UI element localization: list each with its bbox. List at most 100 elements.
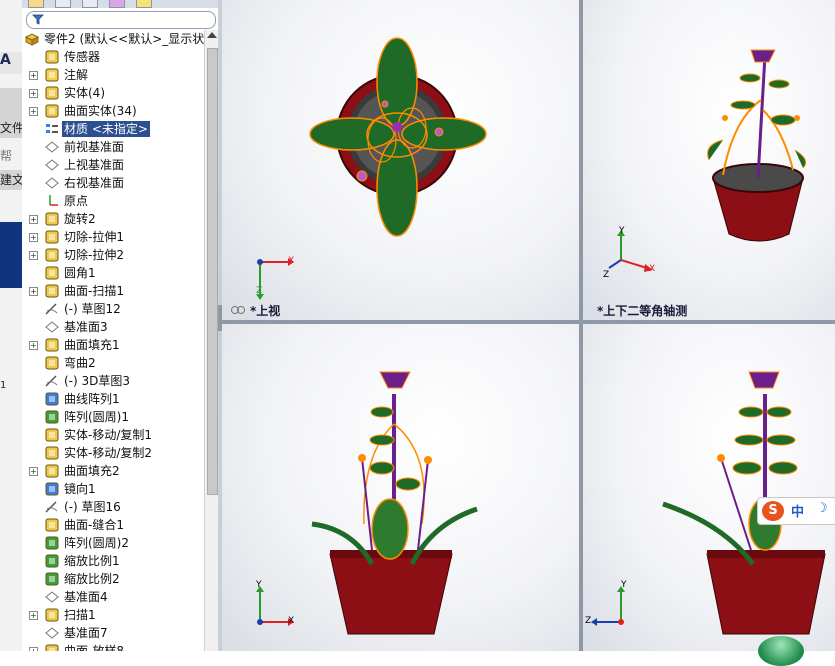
tree-item[interactable]: 传感器	[22, 48, 204, 66]
viewport-front[interactable]: Y X	[222, 324, 579, 651]
expand-plus-icon[interactable]: +	[29, 287, 38, 296]
strip-letter-a[interactable]: A	[0, 52, 22, 74]
strip-file-label[interactable]: 文件	[0, 118, 22, 138]
tree-item[interactable]: + 切除-拉伸1	[22, 228, 204, 246]
tree-item[interactable]: + 实体(4)	[22, 84, 204, 102]
sogou-logo-icon[interactable]: S	[762, 501, 784, 521]
expand-plus-icon[interactable]: +	[29, 215, 38, 224]
viewport-top[interactable]: X Z *上视	[222, 0, 579, 320]
axis-triad-iso	[608, 230, 653, 272]
tree-item[interactable]: + 曲面填充2	[22, 462, 204, 480]
plane-icon	[45, 591, 59, 603]
tree-item[interactable]: + 旋转2	[22, 210, 204, 228]
axis-y-label-right: Y	[621, 580, 627, 590]
expand-plus-icon[interactable]: +	[29, 107, 38, 116]
tree-item[interactable]: 实体-移动/复制1	[22, 426, 204, 444]
tab-feature-manager[interactable]	[28, 0, 44, 8]
tree-item[interactable]: (-) 草图12	[22, 300, 204, 318]
tree-item[interactable]: + 曲面填充1	[22, 336, 204, 354]
tab-dimxpert[interactable]	[109, 0, 125, 8]
viewport-right[interactable]: Y Z	[583, 324, 835, 651]
tab-configuration-manager[interactable]	[82, 0, 98, 8]
tree-item[interactable]: 阵列(圆周)1	[22, 408, 204, 426]
expand-plus-icon[interactable]: +	[29, 467, 38, 476]
tree-item[interactable]: 镜向1	[22, 480, 204, 498]
expand-plus-icon[interactable]: +	[29, 647, 38, 651]
tab-property-manager[interactable]	[55, 0, 71, 8]
scroll-up-arrow-icon[interactable]	[207, 32, 217, 38]
curve-pattern-icon	[45, 392, 59, 406]
tree-item-label: 实体(4)	[64, 86, 105, 100]
tree-item-label: 切除-拉伸1	[64, 230, 124, 244]
3d-sketch-icon	[45, 375, 58, 387]
tree-item[interactable]: + 扫描1	[22, 606, 204, 624]
tree-item-label: 缩放比例2	[64, 572, 120, 586]
expand-plus-icon[interactable]: +	[29, 611, 38, 620]
part-icon	[24, 33, 40, 46]
ime-mode-label[interactable]: 中	[791, 501, 804, 520]
tree-item[interactable]: 原点	[22, 192, 204, 210]
scroll-thumb[interactable]	[207, 48, 218, 495]
plane-icon	[45, 141, 59, 153]
expand-plus-icon[interactable]: +	[29, 251, 38, 260]
plane-icon	[45, 177, 59, 189]
tree-item[interactable]: 基准面4	[22, 588, 204, 606]
flex-icon	[45, 356, 59, 370]
tree-item[interactable]: 圆角1	[22, 264, 204, 282]
strip-help-label[interactable]: 帮	[0, 146, 22, 166]
tree-item-label: (-) 草图12	[64, 302, 121, 316]
tree-item-label: 实体-移动/复制1	[64, 428, 153, 442]
tree-item[interactable]: + 曲面实体(34)	[22, 102, 204, 120]
tree-item[interactable]: 阵列(圆周)2	[22, 534, 204, 552]
expand-plus-icon[interactable]: +	[29, 71, 38, 80]
tree-item-label: (-) 3D草图3	[64, 374, 131, 388]
ime-toolbar[interactable]: S 中 ☽	[757, 497, 835, 525]
expand-plus-icon[interactable]: +	[29, 341, 38, 350]
tree-item[interactable]: 弯曲2	[22, 354, 204, 372]
cut-extrude-icon	[45, 248, 59, 262]
knit-icon	[45, 518, 59, 532]
tree-item[interactable]: 缩放比例1	[22, 552, 204, 570]
expand-plus-icon[interactable]: +	[29, 89, 38, 98]
axis-z-label-iso: Z	[603, 270, 610, 280]
tree-filter-input[interactable]	[26, 11, 216, 29]
tree-item-label: 旋转2	[64, 212, 96, 226]
tree-item[interactable]: 材质 <未指定>	[22, 120, 204, 138]
moon-icon[interactable]: ☽	[816, 501, 828, 516]
tree-item[interactable]: (-) 草图16	[22, 498, 204, 516]
tree-item[interactable]: + 切除-拉伸2	[22, 246, 204, 264]
link-views-icon[interactable]	[230, 305, 246, 315]
tree-item-label: 注解	[64, 68, 89, 82]
viewport-divider-horizontal[interactable]	[222, 320, 835, 324]
expand-plus-icon[interactable]: +	[29, 233, 38, 242]
tree-item[interactable]: 曲线阵列1	[22, 390, 204, 408]
tree-item[interactable]: 缩放比例2	[22, 570, 204, 588]
plane-icon	[45, 627, 59, 639]
tree-item-label: 材质 <未指定>	[62, 121, 150, 137]
tree-item[interactable]: 基准面7	[22, 624, 204, 642]
viewport-divider-vertical[interactable]	[579, 0, 583, 651]
tree-item-label: 缩放比例1	[64, 554, 120, 568]
tree-item[interactable]: + 曲面-扫描1	[22, 282, 204, 300]
tree-item-label: 弯曲2	[64, 356, 96, 370]
tree-item[interactable]: + 注解	[22, 66, 204, 84]
tree-item[interactable]: 右视基准面	[22, 174, 204, 192]
floating-ball-icon[interactable]	[758, 636, 804, 666]
tree-root[interactable]: 零件2 (默认<<默认>_显示状	[22, 30, 204, 48]
tree-item[interactable]: 曲面-缝合1	[22, 516, 204, 534]
tree-item-label: 右视基准面	[64, 176, 125, 190]
tree-item[interactable]: 实体-移动/复制2	[22, 444, 204, 462]
viewport-isometric[interactable]: Y X Z *上下二等角轴测	[583, 0, 835, 320]
tree-item[interactable]: (-) 3D草图3	[22, 372, 204, 390]
tree-scrollbar[interactable]	[204, 30, 219, 651]
tree-item[interactable]: 上视基准面	[22, 156, 204, 174]
solid-body-icon	[45, 86, 59, 100]
tab-display-manager[interactable]	[136, 0, 152, 8]
tree-item[interactable]: + 曲面-放样8	[22, 642, 204, 651]
strip-new-label[interactable]: 建文	[0, 170, 22, 190]
tree-item-label: 上视基准面	[64, 158, 125, 172]
tree-item-label: 曲面-放样8	[64, 644, 124, 651]
tree-item[interactable]: 基准面3	[22, 318, 204, 336]
sketch-icon	[45, 303, 58, 315]
tree-item[interactable]: 前视基准面	[22, 138, 204, 156]
